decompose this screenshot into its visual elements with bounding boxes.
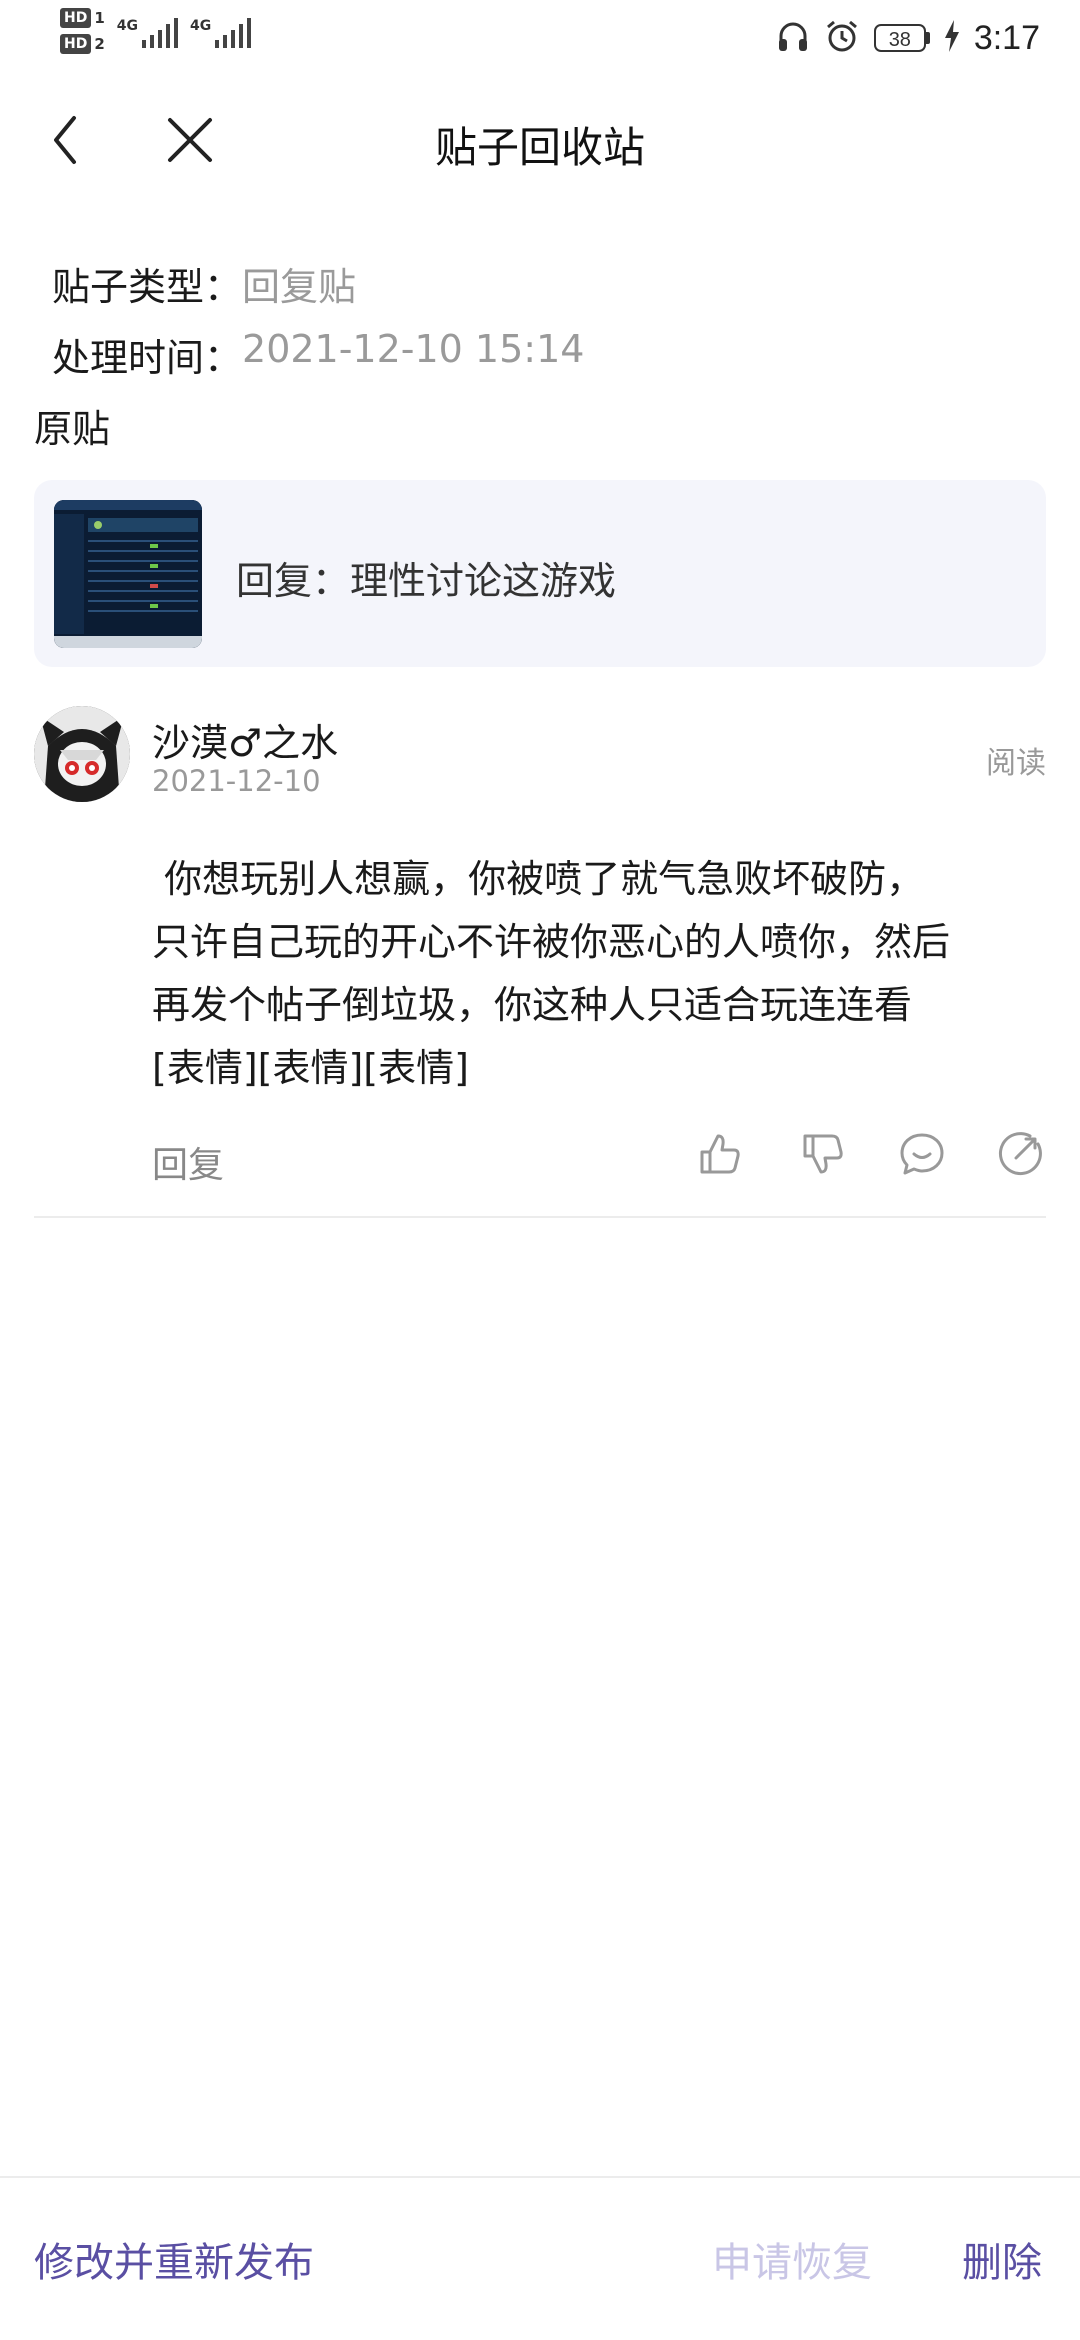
comment-divider [34, 1216, 1046, 1218]
charging-bolt-icon [944, 20, 960, 56]
original-post-card[interactable]: 回复：理性讨论这游戏 [34, 480, 1046, 667]
comment-body: 你想玩别人想赢，你被喷了就气急败坏破防， 只许自己玩的开心不许被你恶心的人喷你，… [152, 857, 951, 1090]
signal-bars-icon [215, 18, 252, 48]
signal-1: 4G [117, 18, 179, 48]
share-icon[interactable] [996, 1130, 1044, 1178]
alarm-icon [824, 18, 860, 58]
original-post-thumbnail [54, 500, 202, 648]
battery-indicator: 38 [873, 24, 930, 52]
avatar[interactable] [34, 706, 130, 802]
post-type-value: 回复贴 [242, 265, 357, 309]
status-bar: HD 1 HD 2 4G 4G 38 3:17 [0, 0, 1080, 80]
bottom-bar-divider [0, 2176, 1080, 2178]
comment-icon[interactable] [898, 1130, 946, 1178]
page-title: 贴子回收站 [434, 123, 645, 172]
dislike-icon[interactable] [799, 1130, 847, 1178]
signal-bars-icon [142, 18, 179, 48]
edit-and-republish-button[interactable]: 修改并重新发布 [34, 2230, 314, 2288]
original-post-title: 回复：理性讨论这游戏 [236, 559, 617, 603]
signal-2: 4G [190, 18, 252, 48]
process-time-row: 处理时间： 2021-12-10 15:14 [52, 327, 584, 382]
process-time-label: 处理时间： [52, 336, 243, 380]
request-restore-button[interactable]: 申请恢复 [712, 2230, 872, 2288]
post-type-row: 贴子类型： 回复贴 [52, 256, 356, 311]
hd1-indicator: HD 1 [60, 8, 105, 28]
comment-date: 2021-12-10 [152, 764, 321, 798]
process-time-value: 2021-12-10 15:14 [242, 327, 585, 371]
nav-bar: 贴子回收站 [0, 90, 1080, 190]
hd2-indicator: HD 2 [60, 34, 105, 54]
original-post-heading: 原贴 [34, 407, 111, 451]
comment-username[interactable]: 沙漠♂之水 [152, 712, 338, 767]
clock: 3:17 [973, 18, 1040, 57]
reply-button[interactable]: 回复 [152, 1136, 224, 1188]
headphones-icon [776, 19, 810, 57]
delete-button[interactable]: 删除 [962, 2230, 1042, 2288]
post-type-label: 贴子类型： [52, 265, 243, 309]
hd-indicators: HD 1 HD 2 [60, 8, 105, 54]
like-icon[interactable] [696, 1130, 744, 1178]
status-right: 38 3:17 [776, 18, 1040, 58]
status-left: HD 1 HD 2 4G 4G [60, 8, 252, 54]
read-link[interactable]: 阅读 [986, 738, 1046, 782]
